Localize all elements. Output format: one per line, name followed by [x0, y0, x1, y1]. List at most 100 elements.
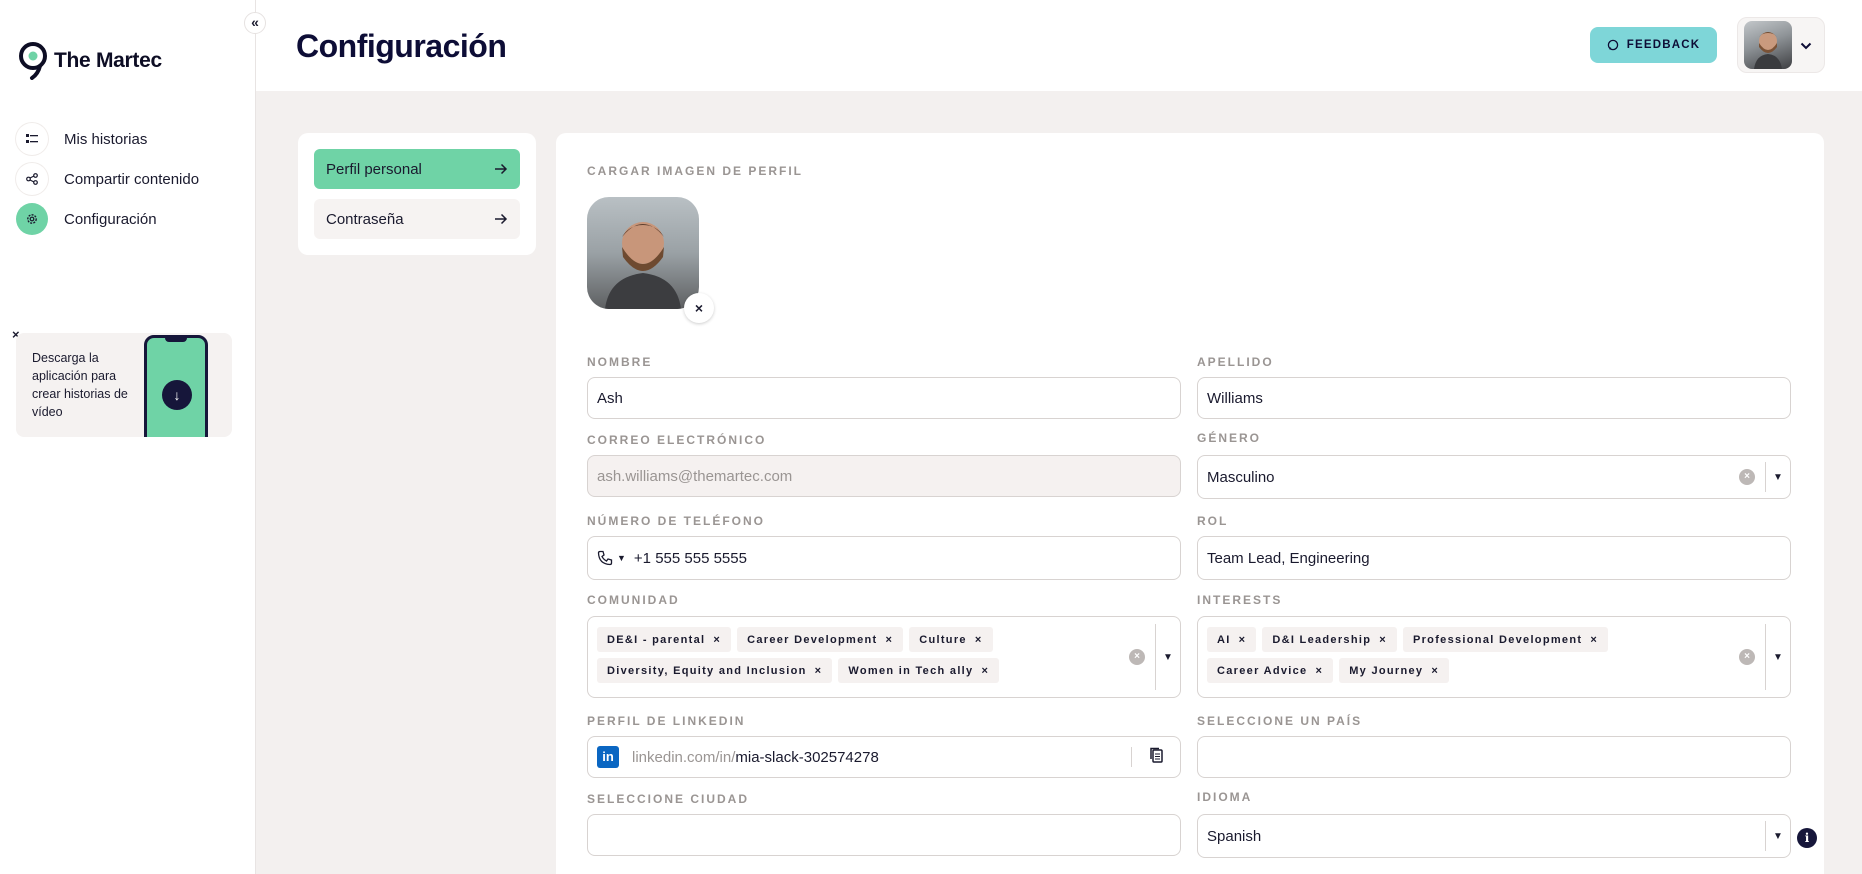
- remove-tag-icon[interactable]: ×: [885, 634, 893, 646]
- caret-down-icon[interactable]: ▼: [1766, 831, 1790, 842]
- upload-photo-label: CARGAR IMAGEN DE PERFIL: [587, 164, 804, 178]
- sidebar: The Martec Mis historias Compartir conte…: [0, 0, 256, 874]
- remove-tag-icon[interactable]: ×: [713, 634, 721, 646]
- sidebar-nav: Mis historias Compartir contenido Config…: [16, 119, 246, 239]
- remove-tag-icon[interactable]: ×: [1239, 634, 1247, 646]
- caret-down-icon[interactable]: ▼: [1156, 652, 1180, 663]
- sidebar-item-configuracion[interactable]: Configuración: [16, 199, 246, 239]
- logo-mark-icon: [19, 42, 47, 80]
- download-arrow-icon: ↓: [162, 380, 192, 410]
- last-name-label: APELLIDO: [1197, 355, 1274, 369]
- arrow-right-icon: [495, 213, 508, 225]
- linkedin-controls: [1131, 737, 1180, 777]
- remove-tag-icon[interactable]: ×: [1315, 665, 1323, 677]
- city-label: SELECCIONE CIUDAD: [587, 792, 750, 806]
- caret-down-icon[interactable]: ▼: [1766, 652, 1790, 663]
- sidebar-item-label: Mis historias: [64, 130, 148, 148]
- language-select[interactable]: Spanish ▼: [1197, 814, 1791, 858]
- tag-label: Culture: [919, 633, 967, 646]
- app-download-promo[interactable]: Descarga la aplicación para crear histor…: [16, 333, 232, 437]
- tag-label: Women in Tech ally: [848, 664, 974, 677]
- tag-label: Diversity, Equity and Inclusion: [607, 664, 807, 677]
- select-controls: ▼: [1765, 815, 1790, 857]
- remove-tag-icon[interactable]: ×: [1379, 634, 1387, 646]
- tag-label: AI: [1217, 633, 1231, 646]
- select-controls: × ▼: [1739, 617, 1790, 697]
- clear-icon[interactable]: ×: [1739, 649, 1755, 665]
- country-select[interactable]: [1197, 736, 1791, 778]
- tag: DE&I - parental ×: [597, 627, 732, 652]
- chat-bubble-icon: [1607, 39, 1618, 51]
- phone-value: +1 555 555 5555: [633, 549, 747, 567]
- gender-select[interactable]: Masculino × ▼: [1197, 455, 1791, 499]
- list-icon: [16, 123, 48, 155]
- phone-field[interactable]: ▼ +1 555 555 5555: [587, 536, 1181, 580]
- info-icon[interactable]: i: [1797, 828, 1817, 848]
- select-controls: × ▼: [1739, 456, 1790, 498]
- remove-tag-icon[interactable]: ×: [975, 634, 983, 646]
- select-controls: × ▼: [1129, 617, 1180, 697]
- tab-label: Perfil personal: [326, 160, 422, 178]
- user-menu[interactable]: [1737, 17, 1825, 73]
- linkedin-icon: in: [597, 746, 619, 768]
- city-select[interactable]: [587, 814, 1181, 856]
- first-name-field[interactable]: Ash: [587, 377, 1181, 419]
- tag-label: DE&I - parental: [607, 633, 706, 646]
- sidebar-item-label: Configuración: [64, 210, 157, 228]
- phone-illustration: ↓: [144, 335, 208, 437]
- profile-form: CARGAR IMAGEN DE PERFIL × NOMBRE Ash APE…: [556, 133, 1824, 874]
- brand-logo[interactable]: The Martec: [18, 42, 162, 80]
- promo-text: Descarga la aplicación para crear histor…: [32, 351, 128, 419]
- tag: Culture ×: [909, 627, 993, 652]
- remove-tag-icon[interactable]: ×: [1431, 665, 1439, 677]
- tag: D&I Leadership ×: [1262, 627, 1397, 652]
- remove-tag-icon[interactable]: ×: [1590, 634, 1598, 646]
- tag: My Journey ×: [1339, 658, 1450, 683]
- community-multiselect[interactable]: DE&I - parental × Career Development × Cul…: [587, 616, 1181, 698]
- linkedin-label: PERFIL DE LINKEDIN: [587, 714, 746, 728]
- feedback-label: FEEDBACK: [1626, 39, 1701, 51]
- profile-photo[interactable]: [587, 197, 699, 309]
- interests-tags: AI × D&I Leadership × Professional Develop…: [1207, 627, 1737, 683]
- remove-tag-icon[interactable]: ×: [981, 665, 989, 677]
- tag-label: Professional Development: [1412, 633, 1583, 646]
- copy-icon[interactable]: [1132, 747, 1180, 767]
- interests-multiselect[interactable]: AI × D&I Leadership × Professional Develop…: [1197, 616, 1791, 698]
- chevron-down-icon: [1800, 37, 1812, 53]
- language-label: IDIOMA: [1197, 790, 1253, 804]
- tag: Diversity, Equity and Inclusion ×: [597, 658, 833, 683]
- phone-notch: [165, 338, 187, 342]
- role-label: ROL: [1197, 514, 1229, 528]
- gender-label: GÉNERO: [1197, 431, 1262, 445]
- tag: Career Advice ×: [1207, 658, 1334, 683]
- community-label: COMUNIDAD: [587, 593, 680, 607]
- settings-nav: Perfil personal Contraseña: [298, 133, 536, 255]
- tab-contrasena[interactable]: Contraseña: [314, 199, 520, 239]
- tab-perfil-personal[interactable]: Perfil personal: [314, 149, 520, 189]
- avatar: [1744, 21, 1792, 69]
- linkedin-prefix: linkedin.com/in/: [632, 748, 736, 766]
- linkedin-field[interactable]: in linkedin.com/in/ mia-slack-302574278: [587, 736, 1181, 778]
- clear-icon[interactable]: ×: [1739, 469, 1755, 485]
- gear-icon: [16, 203, 48, 235]
- tag-label: D&I Leadership: [1272, 633, 1372, 646]
- feedback-button[interactable]: FEEDBACK: [1590, 27, 1717, 63]
- tag: AI ×: [1207, 627, 1257, 652]
- email-field: ash.williams@themartec.com: [587, 455, 1181, 497]
- role-field[interactable]: Team Lead, Engineering: [1197, 536, 1791, 580]
- linkedin-value: mia-slack-302574278: [735, 748, 879, 766]
- last-name-field[interactable]: Williams: [1197, 377, 1791, 419]
- country-label: SELECCIONE UN PAÍS: [1197, 714, 1363, 728]
- tag-label: Career Advice: [1217, 664, 1308, 677]
- remove-tag-icon[interactable]: ×: [815, 665, 823, 677]
- sidebar-item-mis-historias[interactable]: Mis historias: [16, 119, 246, 159]
- remove-photo-button[interactable]: ×: [684, 293, 714, 323]
- phone-icon[interactable]: ▼: [597, 550, 626, 566]
- caret-down-icon[interactable]: ▼: [1766, 472, 1790, 483]
- tag-label: Career Development: [747, 633, 878, 646]
- community-tags: DE&I - parental × Career Development × Cul…: [597, 627, 1127, 683]
- clear-icon[interactable]: ×: [1129, 649, 1145, 665]
- collapse-sidebar-button[interactable]: «: [244, 12, 266, 34]
- sidebar-item-compartir-contenido[interactable]: Compartir contenido: [16, 159, 246, 199]
- first-name-label: NOMBRE: [587, 355, 653, 369]
